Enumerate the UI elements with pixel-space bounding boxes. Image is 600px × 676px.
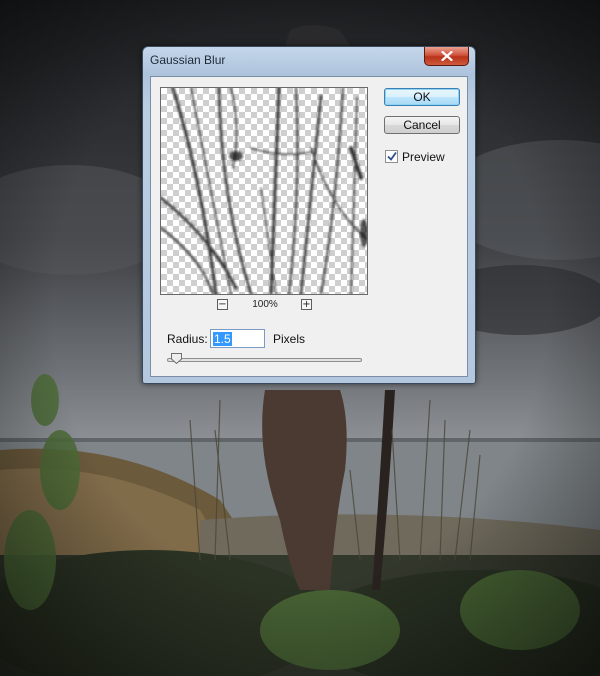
radius-slider-track[interactable]: [167, 358, 362, 362]
zoom-controls: − 100% +: [217, 299, 317, 313]
zoom-out-button[interactable]: −: [217, 299, 228, 310]
preview-checkbox-label[interactable]: Preview: [402, 150, 445, 164]
radius-label: Radius:: [167, 332, 208, 346]
radius-value: 1.5: [213, 332, 232, 346]
dialog-client-area: − 100% + OK Cancel Preview Radius: 1.5 P…: [150, 76, 468, 377]
zoom-level: 100%: [252, 299, 278, 310]
dialog-title: Gaussian Blur: [150, 53, 226, 67]
close-icon: [441, 51, 453, 61]
checkmark-icon: [387, 151, 397, 161]
radius-slider-thumb[interactable]: [171, 353, 183, 364]
preview-image: [161, 88, 367, 294]
preview-checkbox[interactable]: [385, 150, 398, 163]
filter-preview[interactable]: [160, 87, 368, 295]
ok-button[interactable]: OK: [384, 88, 460, 106]
gaussian-blur-dialog: Gaussian Blur − 100% + OK Cancel Preview…: [142, 46, 476, 384]
radius-input[interactable]: 1.5: [210, 329, 265, 348]
close-button[interactable]: [424, 47, 469, 66]
zoom-in-button[interactable]: +: [301, 299, 312, 310]
title-bar[interactable]: Gaussian Blur: [143, 47, 475, 73]
cancel-button[interactable]: Cancel: [384, 116, 460, 134]
radius-units-label: Pixels: [273, 332, 306, 346]
